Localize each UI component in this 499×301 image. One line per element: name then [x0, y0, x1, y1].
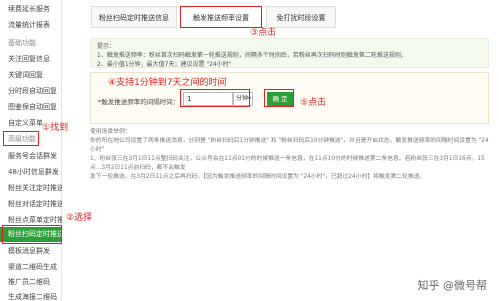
sidebar-group-basic: 基础功能: [8, 39, 36, 47]
interval-label: *触发推送频率的间隔时间：: [98, 98, 180, 106]
highlight-box-input: [180, 89, 250, 107]
annotation-step1: ①找到: [42, 123, 69, 133]
usage-example: 使用场景举例： 你的所在地公司设置了两条推送消息，分别是 "粉丝扫码后1分钟推送…: [90, 128, 489, 182]
sidebar-item-poster-qr[interactable]: 生成海报二维码: [0, 290, 62, 301]
highlight-box-scan-push: [2, 225, 62, 244]
annotation-step5: ⑤点击: [300, 98, 327, 108]
sidebar-item-renew[interactable]: 续费延长服务: [0, 2, 62, 17]
sidebar-item-traffic-report[interactable]: 流量统计报表: [0, 18, 62, 33]
tip-line-2: 2、最小值1分钟，最大值7天；建议设置 "24小时": [97, 61, 232, 68]
highlight-box-confirm: [264, 89, 294, 107]
sidebar-item-template-broadcast[interactable]: 模板消息群发: [0, 244, 62, 259]
sidebar-item-channel-qr[interactable]: 渠道二维码生成: [0, 260, 62, 275]
tab-scan-push-info[interactable]: 粉丝扫码定时推送信息: [91, 6, 177, 28]
annotation-step2: ②选择: [66, 213, 93, 223]
tab-trigger-frequency[interactable]: 触发推送频率设置: [180, 6, 262, 28]
tab-do-not-disturb[interactable]: 免打扰时段设置: [266, 6, 336, 28]
tip-line-1: 1、触发推送频率：粉丝首次扫码触发第一轮推送规则，间隔多个时间后，若粉丝再次扫码…: [97, 52, 407, 59]
sidebar-item-keyword-reply[interactable]: 关键词回复: [0, 68, 62, 83]
usage-line-3: 发下一轮推送。在3月2日11点之后再扫码，【因为触发推送频率的间隔时间设置为 "…: [90, 174, 426, 180]
sidebar-item-service-broadcast[interactable]: 服务号会话群发: [0, 149, 62, 164]
usage-title: 使用场景举例：: [90, 129, 131, 135]
sidebar-item-auto-reply[interactable]: 图鉴保自动回复: [0, 100, 62, 115]
sidebar-item-chat-push[interactable]: 粉丝对话定时推送: [0, 197, 62, 212]
annotation-step4: ④支持1分钟到7天之间的时间: [108, 78, 227, 88]
sidebar: 续费延长服务 流量统计报表 基础功能 关注回复信息 关键词回复 分时段自动回复 …: [0, 0, 62, 301]
watermark: 知乎 @微号帮: [417, 279, 488, 292]
sidebar-group-advanced: 高级功能: [3, 131, 39, 146]
sidebar-item-timed-reply[interactable]: 分时段自动回复: [0, 84, 62, 99]
sidebar-item-follow-reply[interactable]: 关注回复信息: [0, 52, 62, 67]
tip-title: 提示：: [97, 43, 116, 50]
sidebar-item-follow-push[interactable]: 粉丝关注定时推送: [0, 181, 62, 196]
sidebar-item-48h-broadcast[interactable]: 48小时信息群发: [0, 165, 62, 180]
sidebar-item-promoter-qr[interactable]: 推广员二维码: [0, 275, 62, 290]
usage-line-2: 1、粉丝张三在3月1日11点整扫码关注，公众号会在11点01分的时候推送一条信息…: [90, 156, 485, 171]
tip-box: 提示： 1、触发推送频率：粉丝首次扫码触发第一轮推送规则，间隔多个时间后，若粉丝…: [90, 38, 489, 68]
usage-line-1: 你的所在地公司设置了两条推送消息，分别是 "粉丝扫码后1分钟推送" 和 "粉丝扫…: [90, 138, 489, 153]
